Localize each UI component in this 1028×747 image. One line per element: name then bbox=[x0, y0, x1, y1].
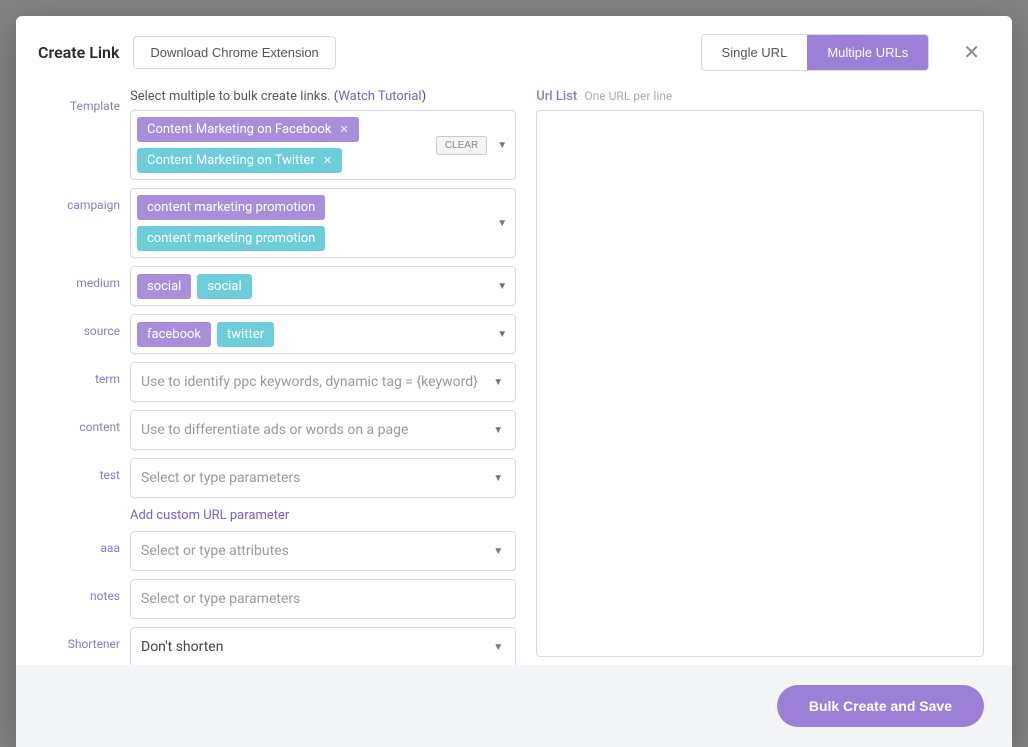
modal-body: Template Select multiple to bulk create … bbox=[16, 89, 1012, 665]
tag: Content Marketing on Facebook ✕ bbox=[137, 117, 359, 142]
aaa-label: aaa bbox=[46, 531, 120, 555]
tag-label: social bbox=[207, 279, 241, 294]
tag-label: Content Marketing on Twitter bbox=[147, 153, 315, 168]
url-list-header: Url List One URL per line bbox=[536, 89, 984, 104]
tag: facebook bbox=[137, 322, 211, 347]
chevron-down-icon: ▼ bbox=[489, 642, 505, 653]
notes-select[interactable]: Select or type parameters bbox=[130, 579, 516, 619]
create-link-modal: Create Link Download Chrome Extension Si… bbox=[16, 16, 1012, 747]
source-label: source bbox=[46, 314, 120, 338]
tag-label: content marketing promotion bbox=[147, 200, 315, 215]
tag: twitter bbox=[217, 322, 274, 347]
tag-label: content marketing promotion bbox=[147, 231, 315, 246]
url-list-column: Url List One URL per line bbox=[536, 89, 984, 657]
url-list-subtitle: One URL per line bbox=[584, 89, 672, 103]
tag: Content Marketing on Twitter ✕ bbox=[137, 148, 342, 173]
test-select[interactable]: Select or type parameters ▼ bbox=[130, 458, 516, 498]
content-select[interactable]: Use to differentiate ads or words on a p… bbox=[130, 410, 516, 450]
aaa-row: aaa Select or type attributes ▼ bbox=[46, 531, 516, 571]
test-placeholder: Select or type parameters bbox=[141, 470, 489, 486]
aaa-select[interactable]: Select or type attributes ▼ bbox=[130, 531, 516, 571]
content-row: content Use to differentiate ads or word… bbox=[46, 410, 516, 450]
aaa-placeholder: Select or type attributes bbox=[141, 543, 489, 559]
content-placeholder: Use to differentiate ads or words on a p… bbox=[141, 422, 489, 438]
chevron-down-icon: ▼ bbox=[489, 546, 505, 557]
template-label: Template bbox=[46, 89, 120, 113]
watch-tutorial-link[interactable]: Watch Tutorial bbox=[338, 89, 421, 104]
bulk-create-save-button[interactable]: Bulk Create and Save bbox=[777, 685, 984, 727]
add-custom-param-link[interactable]: Add custom URL parameter bbox=[130, 506, 516, 523]
term-label: term bbox=[46, 362, 120, 386]
term-row: term Use to identify ppc keywords, dynam… bbox=[46, 362, 516, 402]
form-column: Template Select multiple to bulk create … bbox=[46, 89, 516, 657]
close-button[interactable]: ✕ bbox=[955, 36, 988, 69]
modal-title: Create Link bbox=[38, 43, 119, 62]
chevron-down-icon[interactable]: ▼ bbox=[493, 281, 509, 292]
multiple-urls-toggle[interactable]: Multiple URLs bbox=[807, 35, 928, 70]
medium-row: medium social social ▼ bbox=[46, 266, 516, 306]
tag: social bbox=[197, 274, 251, 299]
remove-tag-icon[interactable]: ✕ bbox=[339, 123, 348, 136]
single-url-toggle[interactable]: Single URL bbox=[702, 35, 808, 70]
chevron-down-icon[interactable]: ▼ bbox=[493, 329, 509, 340]
chevron-down-icon: ▼ bbox=[489, 377, 505, 388]
remove-tag-icon[interactable]: ✕ bbox=[323, 154, 332, 167]
clear-button[interactable]: CLEAR bbox=[436, 136, 487, 155]
term-placeholder: Use to identify ppc keywords, dynamic ta… bbox=[141, 374, 489, 390]
source-row: source facebook twitter ▼ bbox=[46, 314, 516, 354]
medium-select[interactable]: social social ▼ bbox=[130, 266, 516, 306]
notes-placeholder: Select or type parameters bbox=[141, 591, 505, 607]
modal-header: Create Link Download Chrome Extension Si… bbox=[16, 16, 1012, 89]
notes-label: notes bbox=[46, 579, 120, 603]
test-label: test bbox=[46, 458, 120, 482]
content-label: content bbox=[46, 410, 120, 434]
shortener-label: Shortener bbox=[46, 627, 120, 651]
intro-text: Select multiple to bulk create links. (W… bbox=[130, 89, 516, 104]
tag-label: facebook bbox=[147, 327, 201, 342]
chevron-down-icon: ▼ bbox=[489, 473, 505, 484]
source-select[interactable]: facebook twitter ▼ bbox=[130, 314, 516, 354]
shortener-value: Don't shorten bbox=[141, 639, 489, 655]
modal-footer: Bulk Create and Save bbox=[16, 665, 1012, 747]
tag: content marketing promotion bbox=[137, 226, 325, 251]
add-param-row: Add custom URL parameter bbox=[46, 506, 516, 523]
notes-row: notes Select or type parameters bbox=[46, 579, 516, 619]
template-select[interactable]: Content Marketing on Facebook✕Content Ma… bbox=[130, 110, 516, 180]
chevron-down-icon[interactable]: ▼ bbox=[493, 140, 509, 151]
shortener-select[interactable]: Don't shorten ▼ bbox=[130, 627, 516, 665]
tag: social bbox=[137, 274, 191, 299]
tag-label: Content Marketing on Facebook bbox=[147, 122, 331, 137]
url-list-textarea[interactable] bbox=[536, 110, 984, 657]
close-icon: ✕ bbox=[963, 42, 980, 64]
url-mode-toggle: Single URL Multiple URLs bbox=[701, 34, 930, 71]
url-list-title: Url List bbox=[536, 89, 577, 104]
download-extension-button[interactable]: Download Chrome Extension bbox=[133, 36, 335, 69]
campaign-label: campaign bbox=[46, 188, 120, 212]
tag-label: twitter bbox=[227, 327, 264, 342]
tag: content marketing promotion bbox=[137, 195, 325, 220]
test-row: test Select or type parameters ▼ bbox=[46, 458, 516, 498]
tag-label: social bbox=[147, 279, 181, 294]
template-row: Template Select multiple to bulk create … bbox=[46, 89, 516, 180]
campaign-row: campaign content marketing promotioncont… bbox=[46, 188, 516, 258]
campaign-select[interactable]: content marketing promotion content marke… bbox=[130, 188, 516, 258]
chevron-down-icon[interactable]: ▼ bbox=[493, 218, 509, 229]
shortener-row: Shortener Don't shorten ▼ bbox=[46, 627, 516, 665]
chevron-down-icon: ▼ bbox=[489, 425, 505, 436]
medium-label: medium bbox=[46, 266, 120, 290]
term-select[interactable]: Use to identify ppc keywords, dynamic ta… bbox=[130, 362, 516, 402]
